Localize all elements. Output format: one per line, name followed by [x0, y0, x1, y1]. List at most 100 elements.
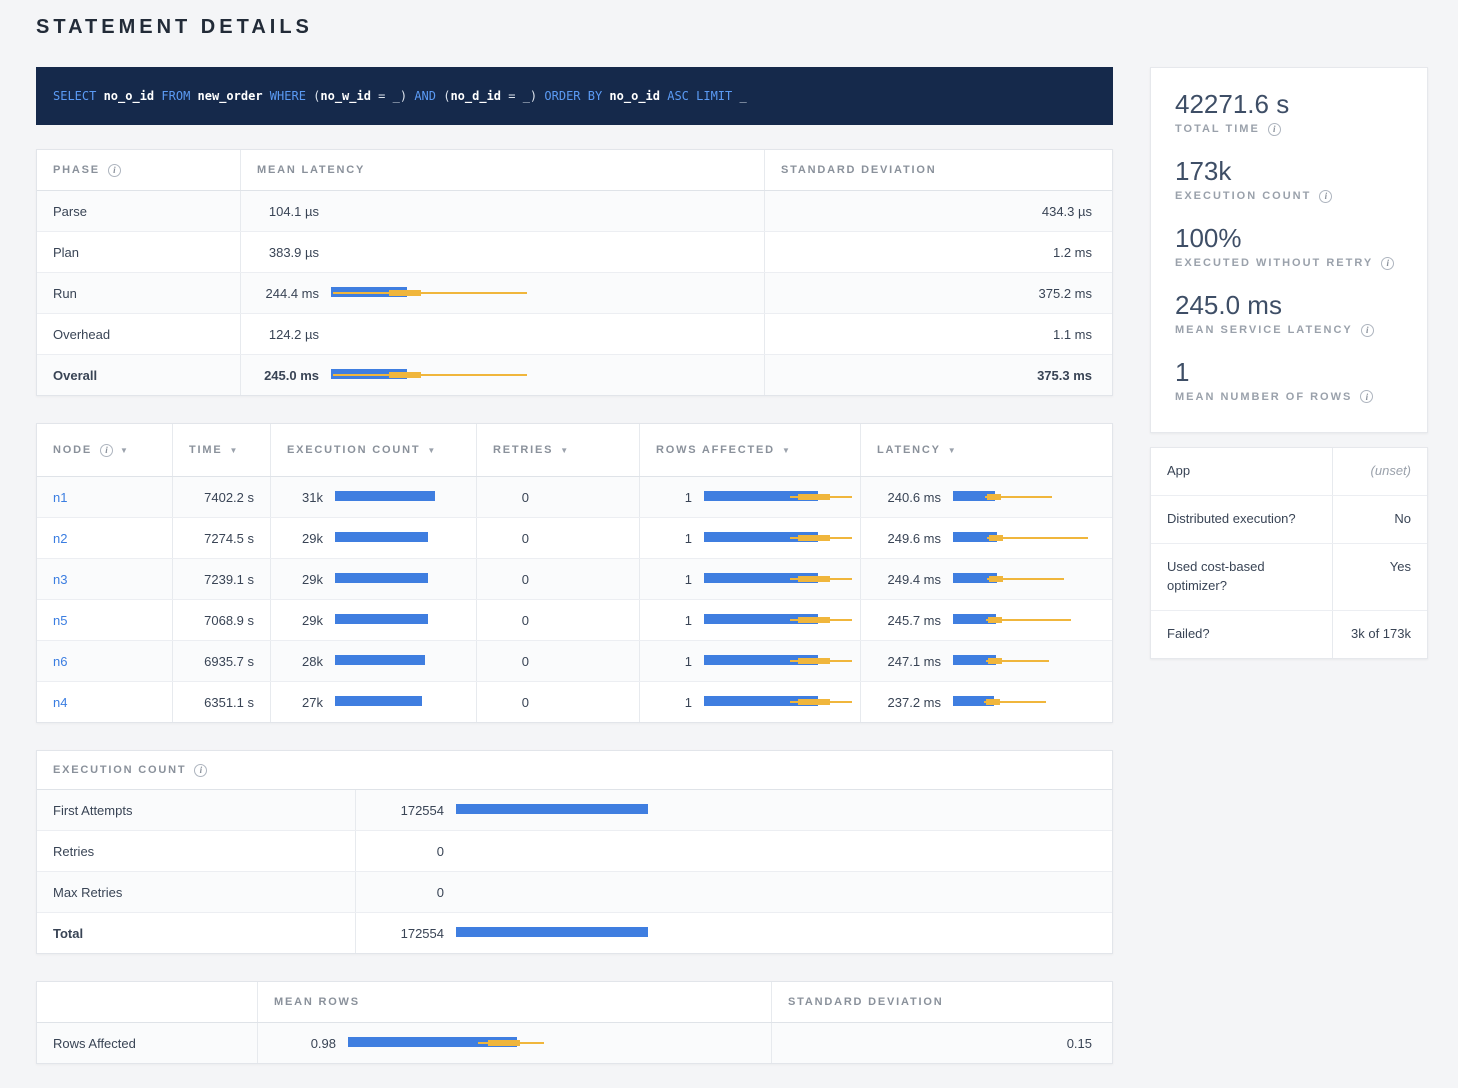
cell-mean-latency: 383.9 µs: [241, 232, 765, 272]
node-row: n37239.1 s29k01249.4 ms: [37, 559, 1112, 600]
mean-bar: [335, 655, 425, 665]
retries-value: 0: [493, 531, 529, 546]
info-icon[interactable]: i: [108, 164, 121, 177]
mean-latency-value: 124.2 µs: [257, 327, 319, 342]
cell-execution-count: 29k: [271, 559, 477, 599]
details-label: Used cost-based optimizer?: [1151, 544, 1333, 610]
info-icon[interactable]: i: [1381, 257, 1394, 270]
node-table-body: n17402.2 s31k01240.6 msn27274.5 s29k0124…: [37, 477, 1112, 722]
phase-header-label: PHASE: [53, 164, 100, 176]
retries-value: 0: [493, 695, 529, 710]
info-icon[interactable]: i: [1361, 324, 1374, 337]
sql-token: [154, 89, 161, 103]
header-label: RETRIES: [493, 444, 553, 456]
sql-token: no_d_id: [450, 89, 501, 103]
mean-latency-value: 104.1 µs: [257, 204, 319, 219]
execution-count-value: 172554: [372, 926, 444, 941]
info-icon[interactable]: i: [1268, 123, 1281, 136]
details-card: App(unset)Distributed execution?NoUsed c…: [1150, 447, 1428, 658]
cell-execution-count: 29k: [271, 600, 477, 640]
execution-count-row: First Attempts172554: [37, 790, 1112, 831]
phase-name-cell: Parse: [37, 191, 241, 231]
details-value: (unset): [1333, 448, 1427, 495]
sort-arrow-icon[interactable]: ▼: [427, 446, 435, 455]
stat-label-text: EXECUTED WITHOUT RETRY: [1175, 257, 1373, 269]
phase-name-cell: Run: [37, 273, 241, 313]
node-link[interactable]: n4: [53, 695, 67, 710]
retries-cell: 0: [477, 559, 640, 599]
node-row: n17402.2 s31k01240.6 ms: [37, 477, 1112, 518]
node-link[interactable]: n1: [53, 490, 67, 505]
execution-count-value: 0: [372, 844, 444, 859]
phase-name-cell: Overhead: [37, 314, 241, 354]
stddev-cell: 434.3 µs: [765, 191, 1112, 231]
details-label: Distributed execution?: [1151, 496, 1333, 543]
phase-row: Run244.4 ms375.2 ms: [37, 273, 1112, 314]
mean-latency-header-cell: MEAN LATENCY: [241, 150, 765, 190]
sql-token: WHERE: [270, 89, 306, 103]
info-icon[interactable]: i: [194, 764, 207, 777]
rows-affected-value: 1: [656, 654, 692, 669]
sql-token: SELECT: [53, 89, 104, 103]
info-icon[interactable]: i: [1360, 390, 1373, 403]
sort-arrow-icon[interactable]: ▼: [560, 446, 568, 455]
sql-token: [190, 89, 197, 103]
node-link[interactable]: n3: [53, 572, 67, 587]
info-icon[interactable]: i: [1319, 190, 1332, 203]
stat-label: EXECUTION COUNT i: [1175, 190, 1403, 203]
sort-arrow-icon[interactable]: ▼: [229, 446, 237, 455]
info-icon[interactable]: i: [100, 444, 113, 457]
node-link[interactable]: n6: [53, 654, 67, 669]
phase-name-cell: Plan: [37, 232, 241, 272]
stat-label: EXECUTED WITHOUT RETRY i: [1175, 257, 1403, 270]
phase-table: PHASE i MEAN LATENCY STANDARD DEVIATION …: [36, 149, 1113, 396]
rows-affected-value: 1: [656, 695, 692, 710]
node-table-sort-header[interactable]: LATENCY▼: [861, 424, 1112, 476]
stddev-core: [798, 699, 830, 705]
standard-deviation-header-label: STANDARD DEVIATION: [781, 164, 936, 176]
node-table-sort-header[interactable]: EXECUTION COUNT▼: [271, 424, 477, 476]
execution-count-value: 27k: [287, 695, 323, 710]
latency-value: 247.1 ms: [877, 654, 941, 669]
sql-token: [660, 89, 667, 103]
sort-arrow-icon[interactable]: ▼: [120, 446, 128, 455]
stddev-cell: 375.3 ms: [765, 355, 1112, 395]
stat-label-text: EXECUTION COUNT: [1175, 190, 1311, 202]
execution-count-row: Total172554: [37, 913, 1112, 953]
bar-chart: [953, 655, 1113, 667]
bar-chart: [704, 696, 854, 708]
execution-count-value: 0: [372, 885, 444, 900]
stat-value: 1: [1175, 358, 1403, 388]
details-label: Failed?: [1151, 611, 1333, 658]
time-cell: 7274.5 s: [173, 518, 271, 558]
rows-affected-table: MEAN ROWS STANDARD DEVIATION Rows Affect…: [36, 981, 1113, 1064]
stat-label-text: TOTAL TIME: [1175, 123, 1260, 135]
bar-chart: [331, 369, 531, 381]
node-cell: n3: [37, 559, 173, 599]
sql-token: AND: [414, 89, 436, 103]
cell-execution-count: 0: [356, 831, 1112, 871]
execution-count-label-cell: First Attempts: [37, 790, 356, 830]
rows-affected-value: 1: [656, 572, 692, 587]
mean-bar: [456, 927, 648, 937]
phase-table-body: Parse104.1 µs434.3 µsPlan383.9 µs1.2 msR…: [37, 191, 1112, 395]
node-table-sort-header[interactable]: RETRIES ▼: [477, 424, 640, 476]
phase-row: Overhead124.2 µs1.1 ms: [37, 314, 1112, 355]
execution-count-row: Retries0: [37, 831, 1112, 872]
node-table-sort-header[interactable]: ROWS AFFECTED▼: [640, 424, 861, 476]
rows-affected-label-cell: Rows Affected: [37, 1023, 258, 1063]
node-link[interactable]: n2: [53, 531, 67, 546]
cell-mean-rows: 0.98: [258, 1023, 772, 1063]
node-link[interactable]: n5: [53, 613, 67, 628]
stddev-cell: 375.2 ms: [765, 273, 1112, 313]
mean-bar: [335, 696, 422, 706]
node-table-sort-header[interactable]: NODEi▼: [37, 424, 173, 476]
cell-execution-count: 172554: [356, 913, 1112, 953]
header-label: TIME: [189, 444, 222, 456]
retries-cell: 0: [477, 477, 640, 517]
cell-rows-affected: 1: [640, 518, 861, 558]
node-table-sort-header[interactable]: TIME ▼: [173, 424, 271, 476]
sort-arrow-icon[interactable]: ▼: [948, 446, 956, 455]
cell-execution-count: 27k: [271, 682, 477, 722]
sort-arrow-icon[interactable]: ▼: [782, 446, 790, 455]
